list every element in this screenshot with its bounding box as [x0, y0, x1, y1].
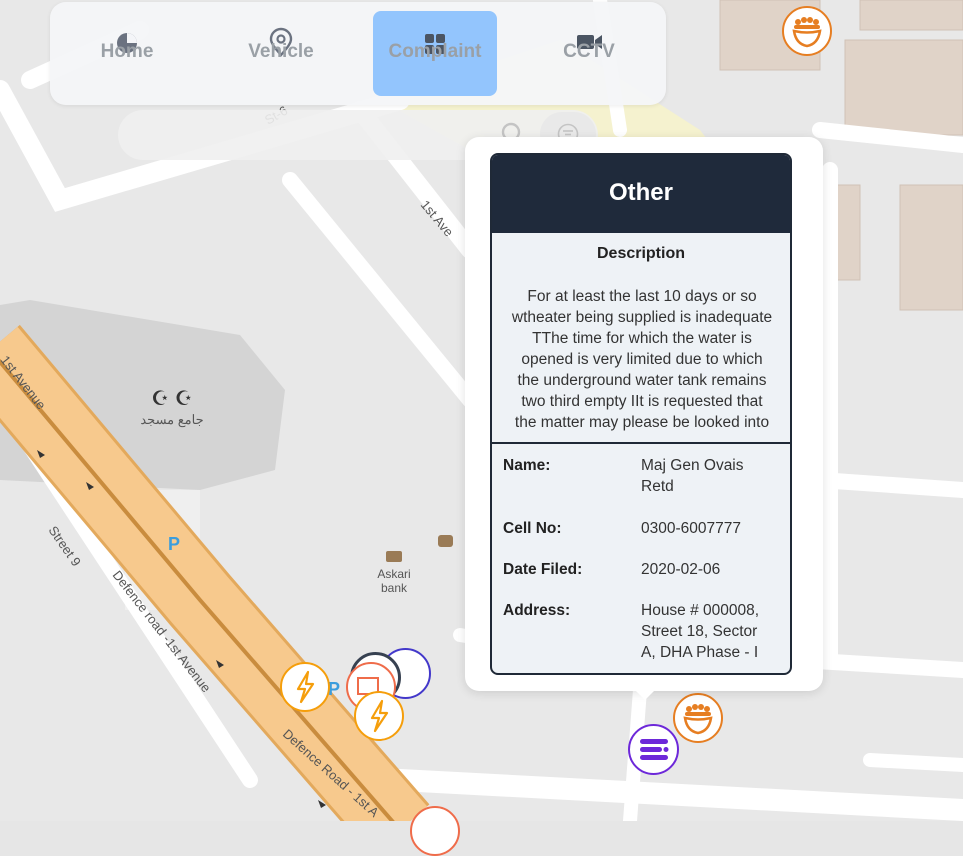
mosque-icon: ☪ ☪	[151, 388, 192, 410]
nav-vehicle-label: Vehicle	[248, 41, 314, 62]
top-navigation: Home Vehicle Complaint CCTV	[50, 2, 666, 105]
address-value-line: House # 000008,	[641, 602, 760, 619]
description-heading: Description	[596, 245, 685, 262]
description-line: the matter may please be looked into	[514, 414, 770, 431]
description-text: For at least the last 10 days or so wthe…	[502, 286, 782, 433]
map-label-bank-line1: Askari	[377, 567, 410, 581]
description-line: wtheater being supplied is inadequate	[511, 309, 773, 326]
address-value-line: A, DHA Phase - I	[641, 644, 759, 661]
complaint-card: Other Description For at least the last …	[490, 153, 792, 675]
cell-no-value: 0300-6007777	[641, 518, 773, 539]
name-value: Maj Gen Ovais Retd	[641, 455, 773, 497]
partial-marker-bottom[interactable]	[410, 806, 460, 856]
electricity-marker[interactable]	[280, 662, 330, 712]
lightning-icon	[370, 699, 389, 733]
nav-complaint[interactable]: Complaint	[373, 11, 497, 96]
electricity-marker[interactable]	[354, 691, 404, 741]
description-line: TThe time for which the water is	[532, 330, 752, 347]
name-label: Name:	[503, 457, 551, 474]
name-value-line: Maj Gen Ovais	[641, 457, 744, 474]
lightning-icon	[296, 670, 315, 704]
cell-no-label: Cell No:	[503, 520, 562, 537]
crowd-icon	[683, 704, 713, 735]
description-line: the underground water tank remains	[517, 372, 767, 389]
date-filed-value-line: 2020-02-06	[641, 561, 721, 578]
popup-pointer	[632, 687, 658, 700]
address-value-line: Street 18, Sector	[641, 623, 758, 640]
nav-vehicle[interactable]: Vehicle	[219, 11, 343, 96]
crowd-icon	[792, 17, 822, 48]
map-label-mosque: جامع مسجد	[140, 412, 203, 428]
section-divider	[492, 442, 790, 444]
map-label-bank-line2: bank	[381, 581, 408, 595]
list-icon	[640, 739, 669, 760]
card-header: Other	[492, 155, 790, 233]
nav-complaint-label: Complaint	[388, 41, 482, 62]
nav-cctv-label: CCTV	[563, 41, 615, 62]
description-line: opened is very limited due to which	[521, 351, 763, 368]
taxi-icon	[438, 535, 453, 547]
nav-cctv[interactable]: CCTV	[527, 11, 651, 96]
other-complaint-marker[interactable]	[628, 724, 679, 775]
bank-icon	[386, 551, 402, 562]
date-filed-label: Date Filed:	[503, 561, 583, 578]
cell-no-value-line: 0300-6007777	[641, 520, 741, 537]
address-value: House # 000008, Street 18, Sector A, DHA…	[641, 600, 773, 663]
crowd-marker[interactable]	[782, 6, 832, 56]
nav-home[interactable]: Home	[65, 11, 189, 96]
nav-home-label: Home	[100, 41, 154, 62]
crowd-marker[interactable]	[673, 693, 723, 743]
name-value-line: Retd	[641, 478, 674, 495]
date-filed-value: 2020-02-06	[641, 559, 773, 580]
complaint-type-title: Other	[608, 179, 673, 206]
address-label: Address:	[503, 602, 571, 619]
description-line: two third empty IIt is requested that	[521, 393, 763, 410]
description-line: For at least the last 10 days or so	[527, 288, 757, 305]
parking-label-1: P	[168, 534, 180, 554]
